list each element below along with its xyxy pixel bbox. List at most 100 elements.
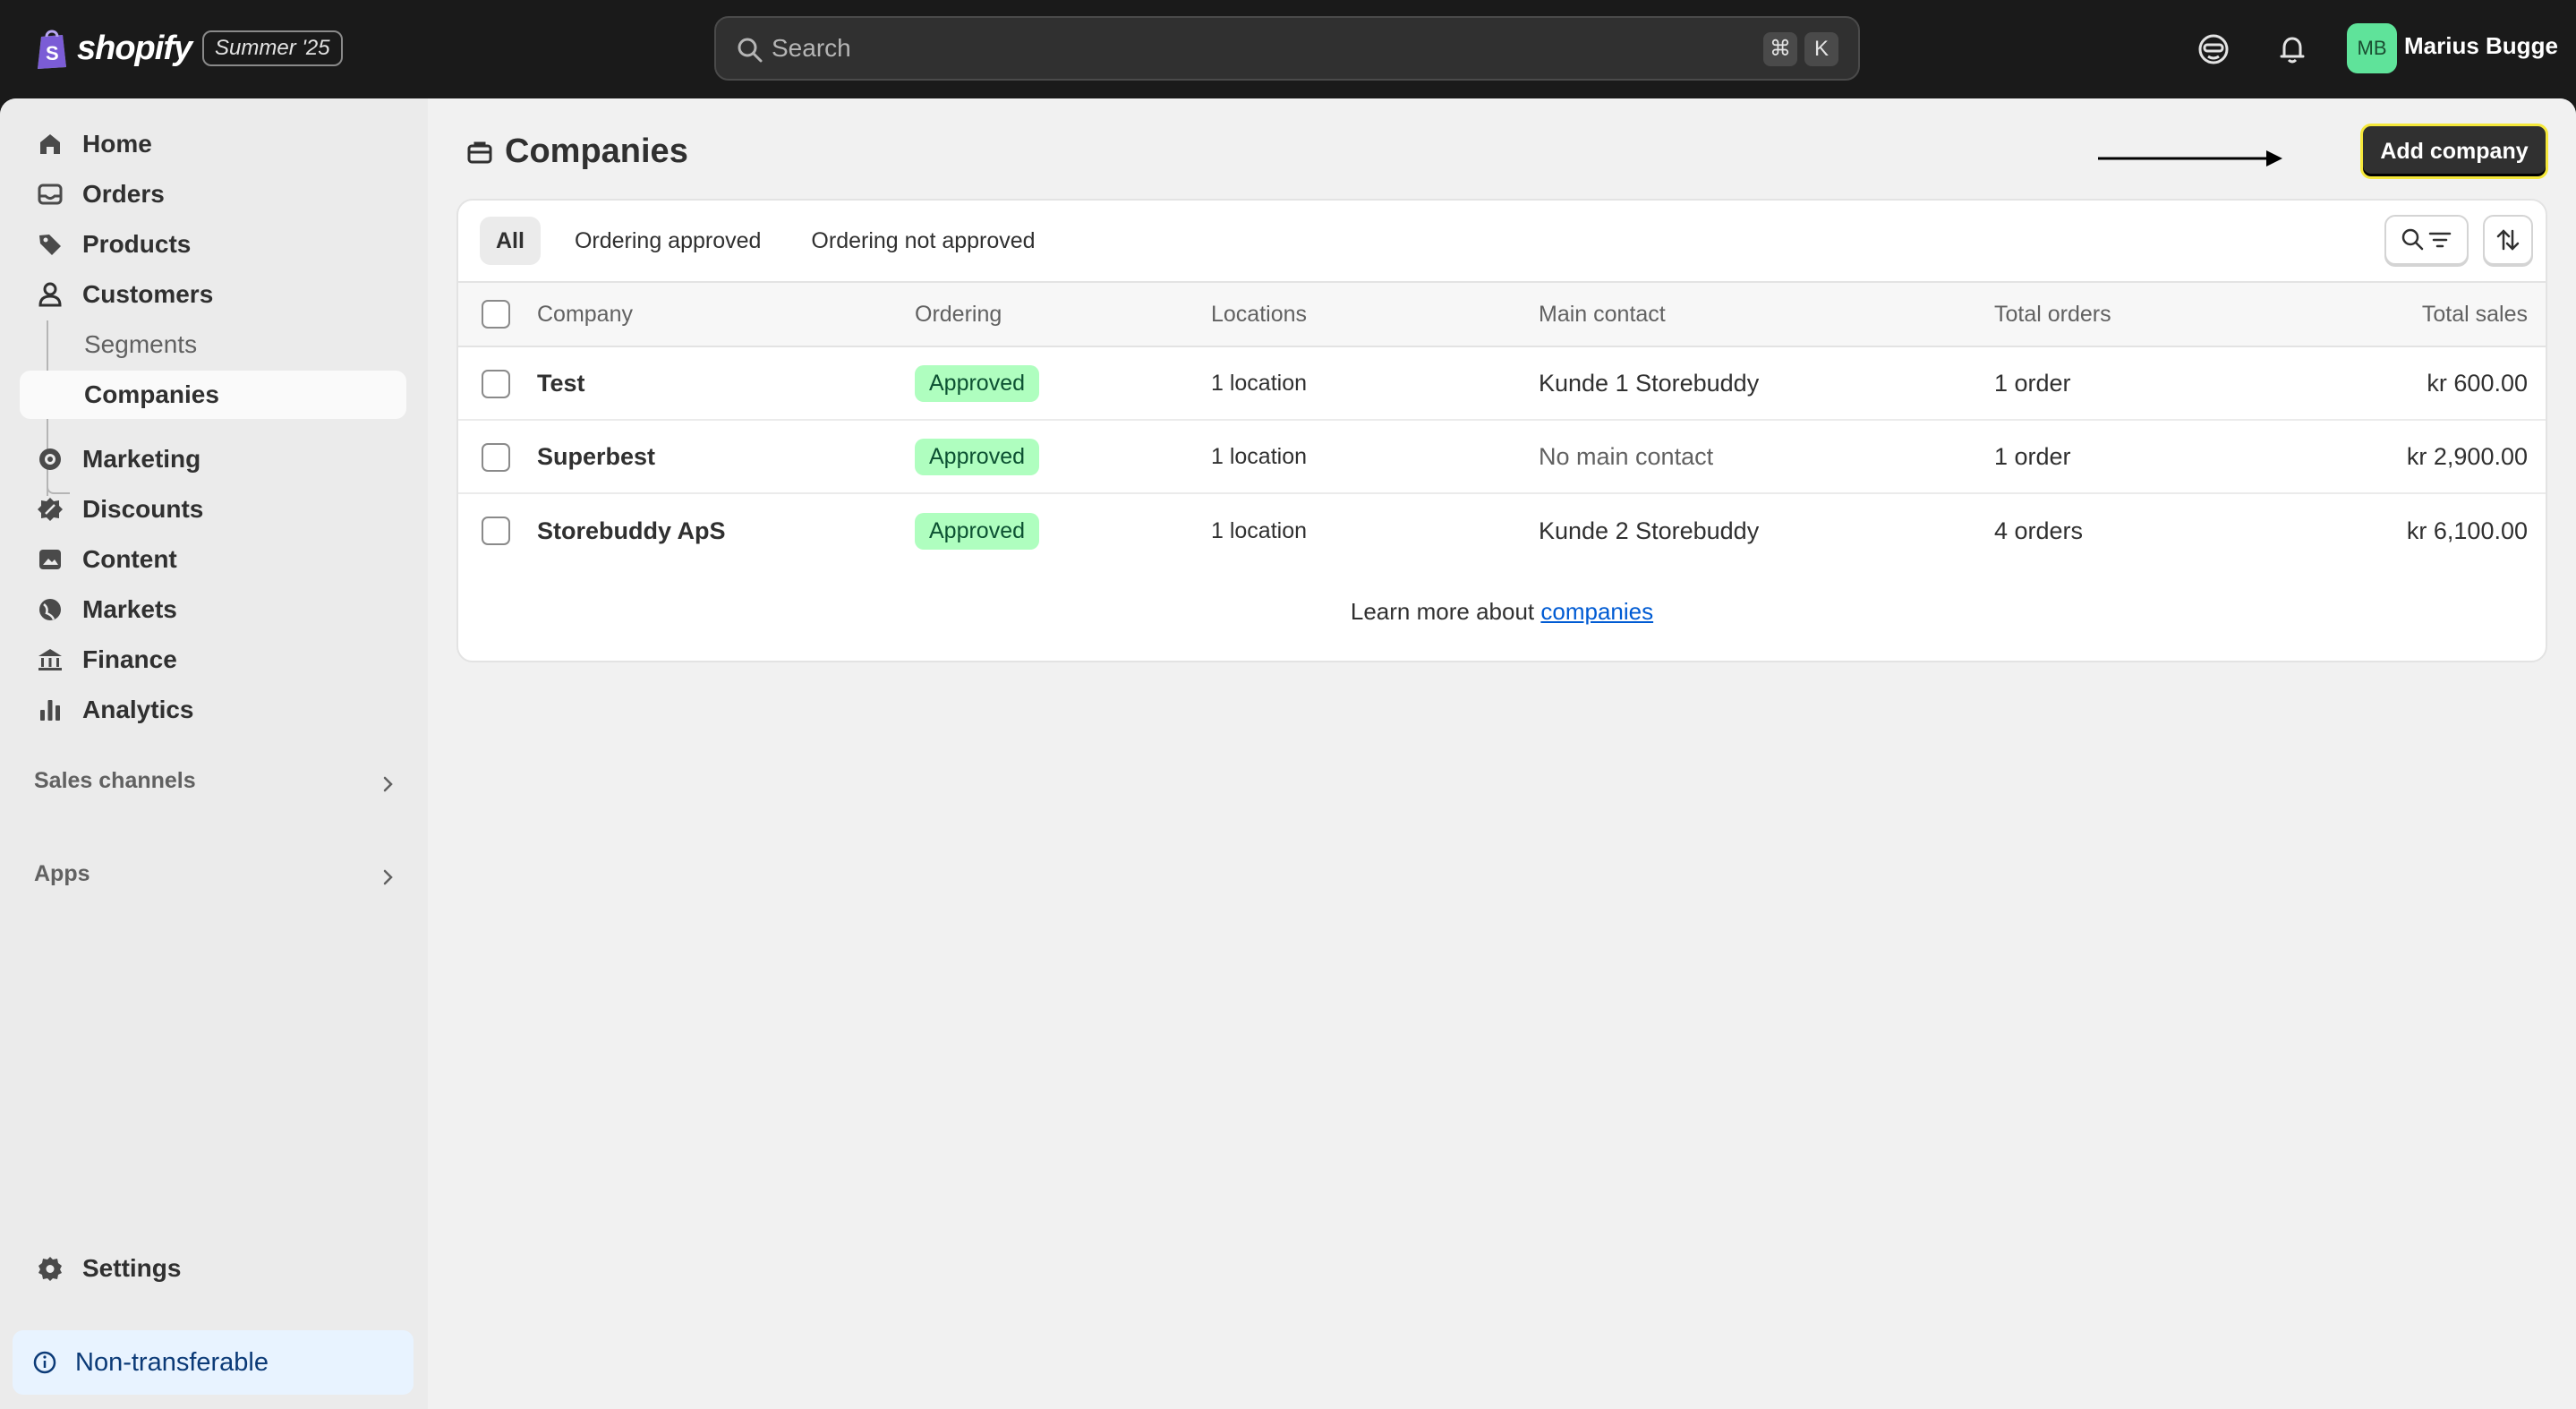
column-header-total-orders[interactable]: Total orders — [1994, 283, 2111, 346]
table-row[interactable]: Storebuddy ApS Approved 1 location Kunde… — [458, 494, 2546, 568]
sidebar-item-settings[interactable]: Settings — [20, 1244, 406, 1293]
sidebar-item-products[interactable]: Products — [20, 220, 406, 269]
shopify-bag-icon: S — [38, 30, 66, 69]
tab-ordering-approved[interactable]: Ordering approved — [559, 217, 777, 265]
sidebar-item-content[interactable]: Content — [20, 535, 406, 584]
sidebar-item-label: Marketing — [82, 445, 201, 473]
sidebar-item-label: Settings — [82, 1254, 182, 1282]
table-row[interactable]: Test Approved 1 location Kunde 1 Storebu… — [458, 347, 2546, 421]
sidebar-item-label: Discounts — [82, 495, 204, 523]
sidebar: Home Orders Products Customers Segments … — [0, 98, 428, 1409]
shortcut-cmd-key: ⌘ — [1763, 32, 1797, 66]
sidebar-item-label: Products — [82, 230, 192, 258]
total-orders: 1 order — [1994, 369, 2071, 397]
tag-icon — [39, 235, 61, 255]
target-icon — [39, 448, 61, 470]
sidebar-item-orders[interactable]: Orders — [20, 170, 406, 218]
home-icon — [40, 134, 60, 154]
main-contact: Kunde 1 Storebuddy — [1539, 369, 1760, 397]
sidebar-item-label: Home — [82, 130, 152, 158]
filter-tabs: All Ordering approved Ordering not appro… — [480, 217, 1070, 265]
total-sales: kr 2,900.00 — [2406, 442, 2528, 470]
companies-icon — [467, 141, 492, 163]
tab-all[interactable]: All — [480, 217, 541, 265]
notifications-bell-icon[interactable] — [2275, 32, 2309, 66]
sidebar-item-home[interactable]: Home — [20, 120, 406, 168]
sidekick-icon[interactable] — [2196, 32, 2231, 66]
person-icon — [38, 282, 62, 307]
company-name[interactable]: Superbest — [537, 421, 655, 492]
search-icon — [738, 38, 763, 63]
column-header-main-contact[interactable]: Main contact — [1539, 283, 1666, 346]
learn-more-text: Learn more about — [1350, 598, 1535, 625]
company-name[interactable]: Test — [537, 347, 585, 419]
shortcut-k-key: K — [1804, 32, 1838, 66]
sidebar-item-customers[interactable]: Customers — [20, 270, 406, 319]
sidebar-item-label: Customers — [82, 280, 214, 308]
row-checkbox[interactable] — [482, 443, 510, 472]
tab-ordering-not-approved[interactable]: Ordering not approved — [795, 217, 1051, 265]
main-contact: No main contact — [1539, 442, 1714, 470]
filter-lines-icon — [2428, 232, 2452, 248]
table-header: Company Ordering Locations Main contact … — [458, 281, 2546, 347]
sidebar-item-marketing[interactable]: Marketing — [20, 435, 406, 483]
companies-table-card: All Ordering approved Ordering not appro… — [456, 199, 2547, 662]
search-icon — [2401, 228, 2424, 251]
sidebar-item-analytics[interactable]: Analytics — [20, 686, 406, 734]
select-all-checkbox[interactable] — [482, 300, 510, 329]
main-content: Companies Add company All Ordering appro… — [428, 98, 2576, 1409]
admin-frame: Home Orders Products Customers Segments … — [0, 98, 2576, 1409]
top-bar: S shopify Summer '25 ⌘ K MB Marius Bugge — [0, 0, 2576, 98]
chevron-right-icon[interactable] — [376, 772, 401, 797]
add-company-button[interactable]: Add company — [2360, 124, 2548, 179]
non-transferable-banner[interactable]: Non-transferable — [13, 1330, 414, 1395]
sort-button[interactable] — [2483, 215, 2533, 265]
column-header-company[interactable]: Company — [537, 283, 633, 346]
bar-chart-icon — [40, 700, 60, 721]
page-title: Companies — [505, 132, 688, 170]
user-avatar[interactable]: MB — [2347, 23, 2397, 73]
locations-count: 1 location — [1211, 370, 1308, 396]
page-header: Companies — [465, 132, 688, 171]
bank-icon — [38, 649, 62, 670]
inbox-icon — [38, 184, 63, 205]
ordering-status-badge: Approved — [915, 512, 1040, 550]
brand-name: shopify — [77, 29, 192, 67]
sidebar-item-segments[interactable]: Segments — [20, 320, 406, 369]
gear-icon — [38, 1257, 62, 1281]
column-header-ordering[interactable]: Ordering — [915, 283, 1002, 346]
sales-channels-heading[interactable]: Sales channels — [34, 768, 196, 794]
sidebar-item-label: Companies — [84, 380, 219, 408]
row-checkbox[interactable] — [482, 517, 510, 545]
arrow-right-icon — [2098, 150, 2282, 167]
total-orders: 1 order — [1994, 442, 2071, 470]
table-row[interactable]: Superbest Approved 1 location No main co… — [458, 421, 2546, 494]
non-transferable-label: Non-transferable — [75, 1347, 269, 1377]
locations-count: 1 location — [1211, 517, 1308, 543]
column-header-total-sales[interactable]: Total sales — [2338, 283, 2528, 346]
sidebar-item-markets[interactable]: Markets — [20, 585, 406, 634]
image-icon — [39, 550, 61, 569]
search-filter-button[interactable] — [2384, 215, 2469, 265]
ordering-status-badge: Approved — [915, 438, 1040, 475]
sidebar-item-finance[interactable]: Finance — [20, 636, 406, 684]
shopify-logo[interactable]: S shopify — [34, 25, 192, 72]
learn-more-footer: Learn more about companies — [428, 598, 2576, 626]
locations-count: 1 location — [1211, 443, 1308, 469]
company-name[interactable]: Storebuddy ApS — [537, 494, 726, 568]
user-name[interactable]: Marius Bugge — [2404, 32, 2558, 60]
column-header-locations[interactable]: Locations — [1211, 283, 1307, 346]
sidebar-item-discounts[interactable]: Discounts — [20, 485, 406, 534]
apps-heading[interactable]: Apps — [34, 861, 90, 887]
sidebar-item-label: Markets — [82, 595, 177, 623]
chevron-right-icon[interactable] — [376, 865, 401, 890]
companies-help-link[interactable]: companies — [1540, 598, 1653, 625]
sidebar-item-companies[interactable]: Companies — [20, 371, 406, 419]
row-checkbox[interactable] — [482, 370, 510, 398]
main-contact: Kunde 2 Storebuddy — [1539, 517, 1760, 544]
globe-icon — [39, 599, 61, 620]
edition-badge[interactable]: Summer '25 — [202, 30, 343, 66]
search-bar[interactable]: ⌘ K — [714, 16, 1860, 81]
search-input[interactable] — [772, 18, 1577, 79]
svg-text:S: S — [46, 42, 59, 64]
